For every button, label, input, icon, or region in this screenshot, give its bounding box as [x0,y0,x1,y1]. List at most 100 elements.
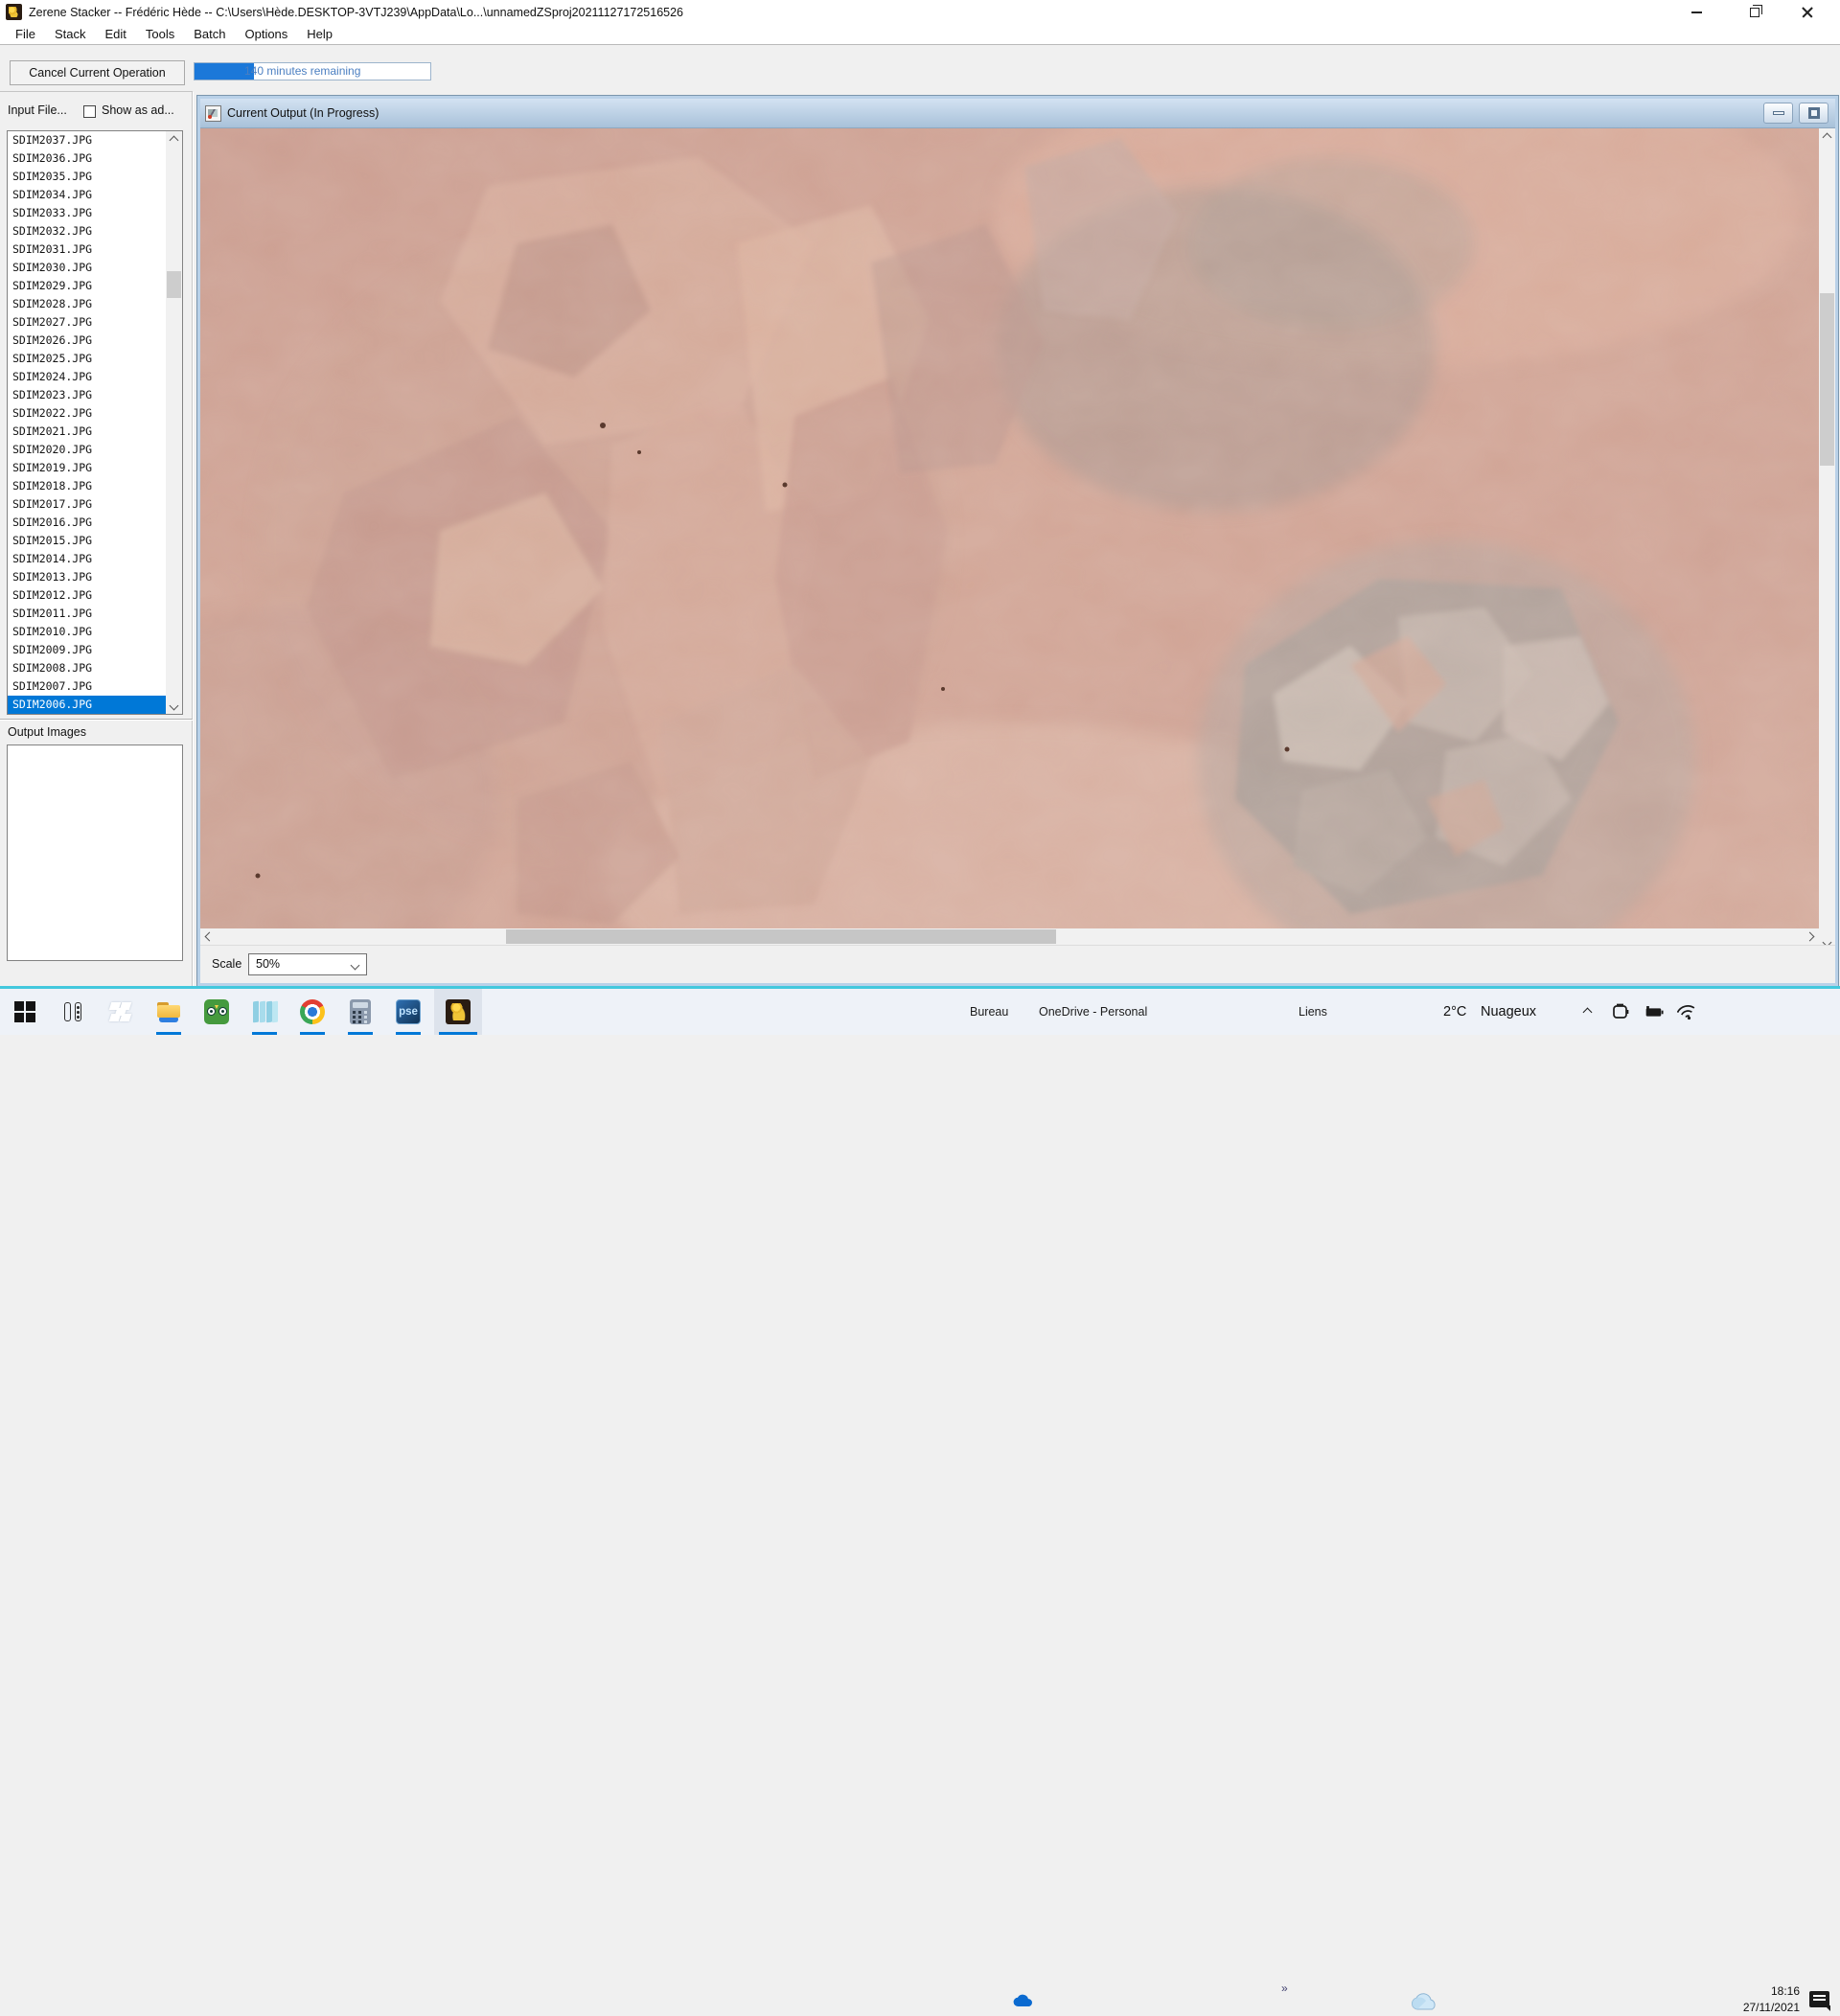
file-list-item[interactable]: SDIM2033.JPG [8,204,166,222]
weather-temperature[interactable]: 2°C [1443,989,1466,1035]
scale-dropdown[interactable]: 50% [248,953,367,975]
toolbar-overflow-chevron[interactable]: » [1281,1982,1288,1995]
weather-cloud-icon [1411,1993,1436,2010]
taskbar-item-photoshop-elements[interactable]: pse [384,989,432,1035]
onedrive-icon [1013,1994,1032,2006]
scroll-right-icon[interactable] [1802,928,1818,945]
notification-center-icon[interactable] [1809,1991,1830,2011]
scrollbar-thumb[interactable] [1820,293,1834,466]
file-list-item[interactable]: SDIM2026.JPG [8,332,166,350]
file-list-item[interactable]: SDIM2020.JPG [8,441,166,459]
frame-maximize-button[interactable] [1799,103,1828,124]
file-list-item[interactable]: SDIM2021.JPG [8,423,166,441]
menu-item[interactable]: Tools [136,25,184,45]
battery-icon[interactable] [1643,1001,1664,1022]
tripadvisor-icon [204,999,229,1024]
menu-item[interactable]: Batch [184,25,235,45]
file-list-item[interactable]: SDIM2028.JPG [8,295,166,313]
onedrive-label[interactable]: OneDrive - Personal [1039,989,1147,1035]
books-stack-icon [252,1000,278,1023]
file-list-item[interactable]: SDIM2027.JPG [8,313,166,332]
file-list-item[interactable]: SDIM2036.JPG [8,149,166,168]
file-list-item[interactable]: SDIM2010.JPG [8,623,166,641]
task-view-button[interactable] [49,989,97,1035]
output-image-list[interactable] [7,745,183,961]
file-list-item[interactable]: SDIM2019.JPG [8,459,166,477]
file-list-scrollbar[interactable] [166,131,182,714]
file-list-item[interactable]: SDIM2009.JPG [8,641,166,659]
file-list-item[interactable]: SDIM2023.JPG [8,386,166,404]
file-list-item[interactable]: SDIM2022.JPG [8,404,166,423]
show-as-adjusted-checkbox[interactable] [83,105,96,118]
close-button[interactable] [1785,0,1828,25]
file-list-item[interactable]: SDIM2035.JPG [8,168,166,186]
taskbar-item-calculator[interactable] [336,989,384,1035]
cancel-current-operation-button[interactable]: Cancel Current Operation [10,60,185,85]
scrollbar-thumb[interactable] [167,271,181,298]
vertical-scrollbar[interactable] [1819,128,1835,951]
frame-header[interactable]: Current Output (In Progress) [200,99,1835,128]
file-list-item[interactable]: SDIM2031.JPG [8,241,166,259]
viewer-footer: Scale 50% [200,945,1835,983]
file-list-item[interactable]: SDIM2025.JPG [8,350,166,368]
phone-link-icon[interactable] [1610,1001,1631,1022]
menu-item[interactable]: File [6,25,45,45]
start-button[interactable] [1,989,49,1035]
calculator-icon [350,999,371,1024]
file-list-item[interactable]: SDIM2018.JPG [8,477,166,495]
output-image-icon [205,104,221,122]
chevron-down-icon [350,960,360,971]
output-image-preview[interactable] [200,128,1819,928]
scrollbar-thumb[interactable] [506,929,1056,944]
minimize-button[interactable] [1675,0,1718,25]
file-list-item[interactable]: SDIM2007.JPG [8,677,166,696]
taskbar-item-chrome[interactable] [288,989,336,1035]
file-list-item[interactable]: SDIM2030.JPG [8,259,166,277]
file-list-item[interactable]: SDIM2012.JPG [8,586,166,605]
taskbar-item-dropbox[interactable] [97,989,145,1035]
taskbar: pse Bureau OneDrive - Personal » Liens 2… [0,989,1840,2014]
menu-item[interactable]: Edit [95,25,135,45]
file-list-item[interactable]: SDIM2017.JPG [8,495,166,514]
file-list-item[interactable]: SDIM2024.JPG [8,368,166,386]
input-file-list[interactable]: SDIM2037.JPG SDIM2036.JPG SDIM2035.JPG SDIM… [7,130,183,715]
bureau-toolbar-label[interactable]: Bureau [970,989,1008,1035]
menu-bar: File Stack Edit Tools Batch Options Help [0,25,1840,45]
zerene-app-icon [6,4,22,20]
file-list-item[interactable]: SDIM2011.JPG [8,605,166,623]
file-list-item[interactable]: SDIM2015.JPG [8,532,166,550]
taskbar-item-file-explorer[interactable] [145,989,193,1035]
taskbar-item-tripadvisor[interactable] [193,989,241,1035]
file-list-item[interactable]: SDIM2016.JPG [8,514,166,532]
wifi-icon[interactable] [1677,1001,1698,1022]
input-files-button[interactable]: Input File... [8,103,67,117]
file-list-item[interactable]: SDIM2006.JPG [8,696,166,714]
menu-item[interactable]: Options [235,25,297,45]
scroll-down-icon[interactable] [166,698,182,713]
horizontal-scrollbar[interactable] [200,928,1819,945]
restore-button[interactable] [1733,0,1776,25]
menu-item[interactable]: Stack [45,25,96,45]
liens-toolbar-label[interactable]: Liens [1299,989,1327,1035]
scroll-up-icon[interactable] [166,132,182,148]
task-view-icon [62,1001,83,1022]
file-list-item[interactable]: SDIM2008.JPG [8,659,166,677]
current-output-frame: Current Output (In Progress) Scale 50% [197,96,1838,986]
progress-bar: 140 minutes remaining [194,62,431,80]
zerene-stacker-icon [446,999,471,1024]
file-list-item[interactable]: SDIM2014.JPG [8,550,166,568]
clock[interactable]: 18:16 27/11/2021 [1714,1983,1800,2016]
file-list-item[interactable]: SDIM2029.JPG [8,277,166,295]
file-list-item[interactable]: SDIM2032.JPG [8,222,166,241]
scroll-left-icon[interactable] [201,928,218,945]
taskbar-item-zerene-stacker[interactable] [434,989,482,1035]
frame-minimize-button[interactable] [1763,103,1793,124]
weather-description[interactable]: Nuageux [1481,989,1536,1035]
hidden-icons-chevron[interactable] [1576,1001,1598,1022]
scroll-up-icon[interactable] [1819,129,1835,145]
file-list-item[interactable]: SDIM2034.JPG [8,186,166,204]
file-list-item[interactable]: SDIM2037.JPG [8,131,166,149]
taskbar-item-library[interactable] [241,989,288,1035]
file-list-item[interactable]: SDIM2013.JPG [8,568,166,586]
menu-item[interactable]: Help [297,25,342,45]
